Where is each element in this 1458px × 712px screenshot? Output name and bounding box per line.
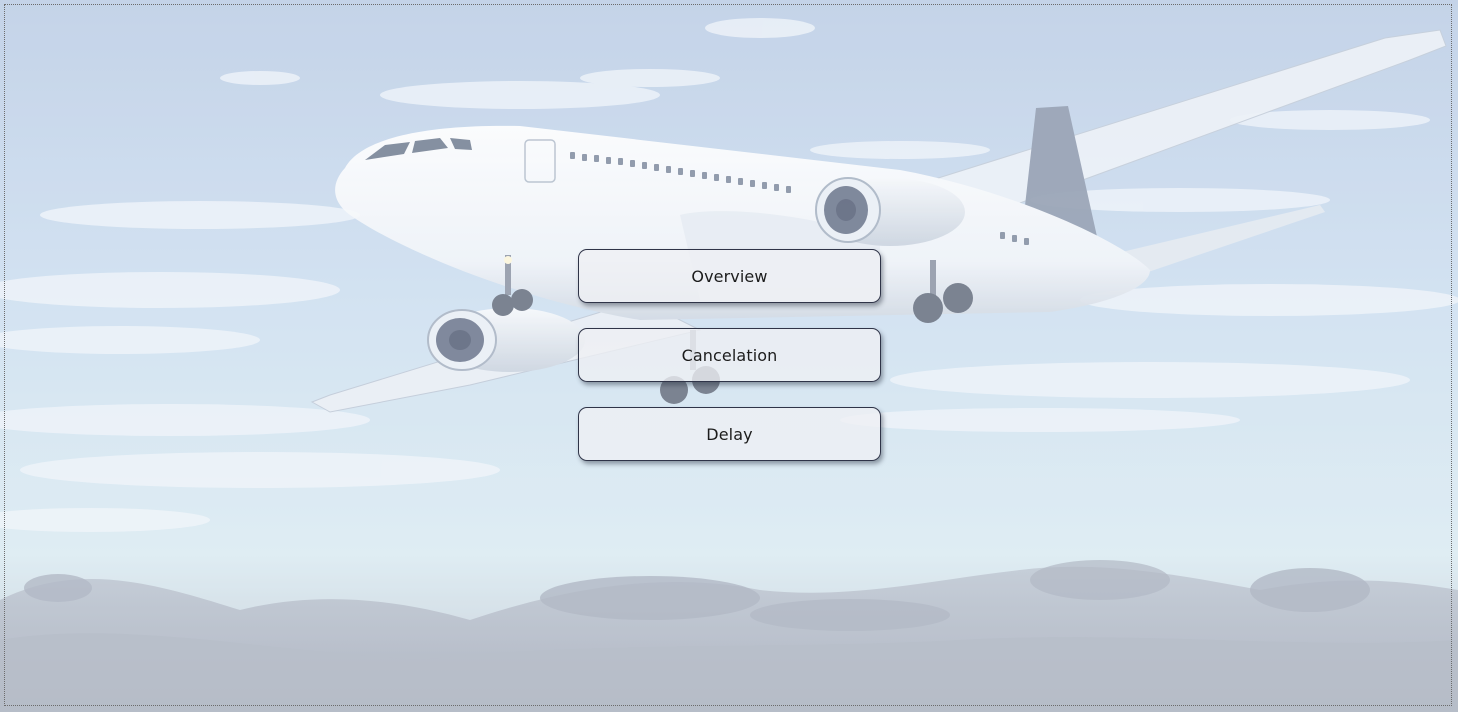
- dashboard-canvas: Overview Cancelation Delay: [0, 0, 1458, 712]
- overview-button-label: Overview: [691, 266, 768, 286]
- delay-button-label: Delay: [706, 424, 753, 444]
- overview-button[interactable]: Overview: [578, 249, 881, 303]
- delay-button[interactable]: Delay: [578, 407, 881, 461]
- cancelation-button-label: Cancelation: [681, 345, 778, 365]
- cancelation-button[interactable]: Cancelation: [578, 328, 881, 382]
